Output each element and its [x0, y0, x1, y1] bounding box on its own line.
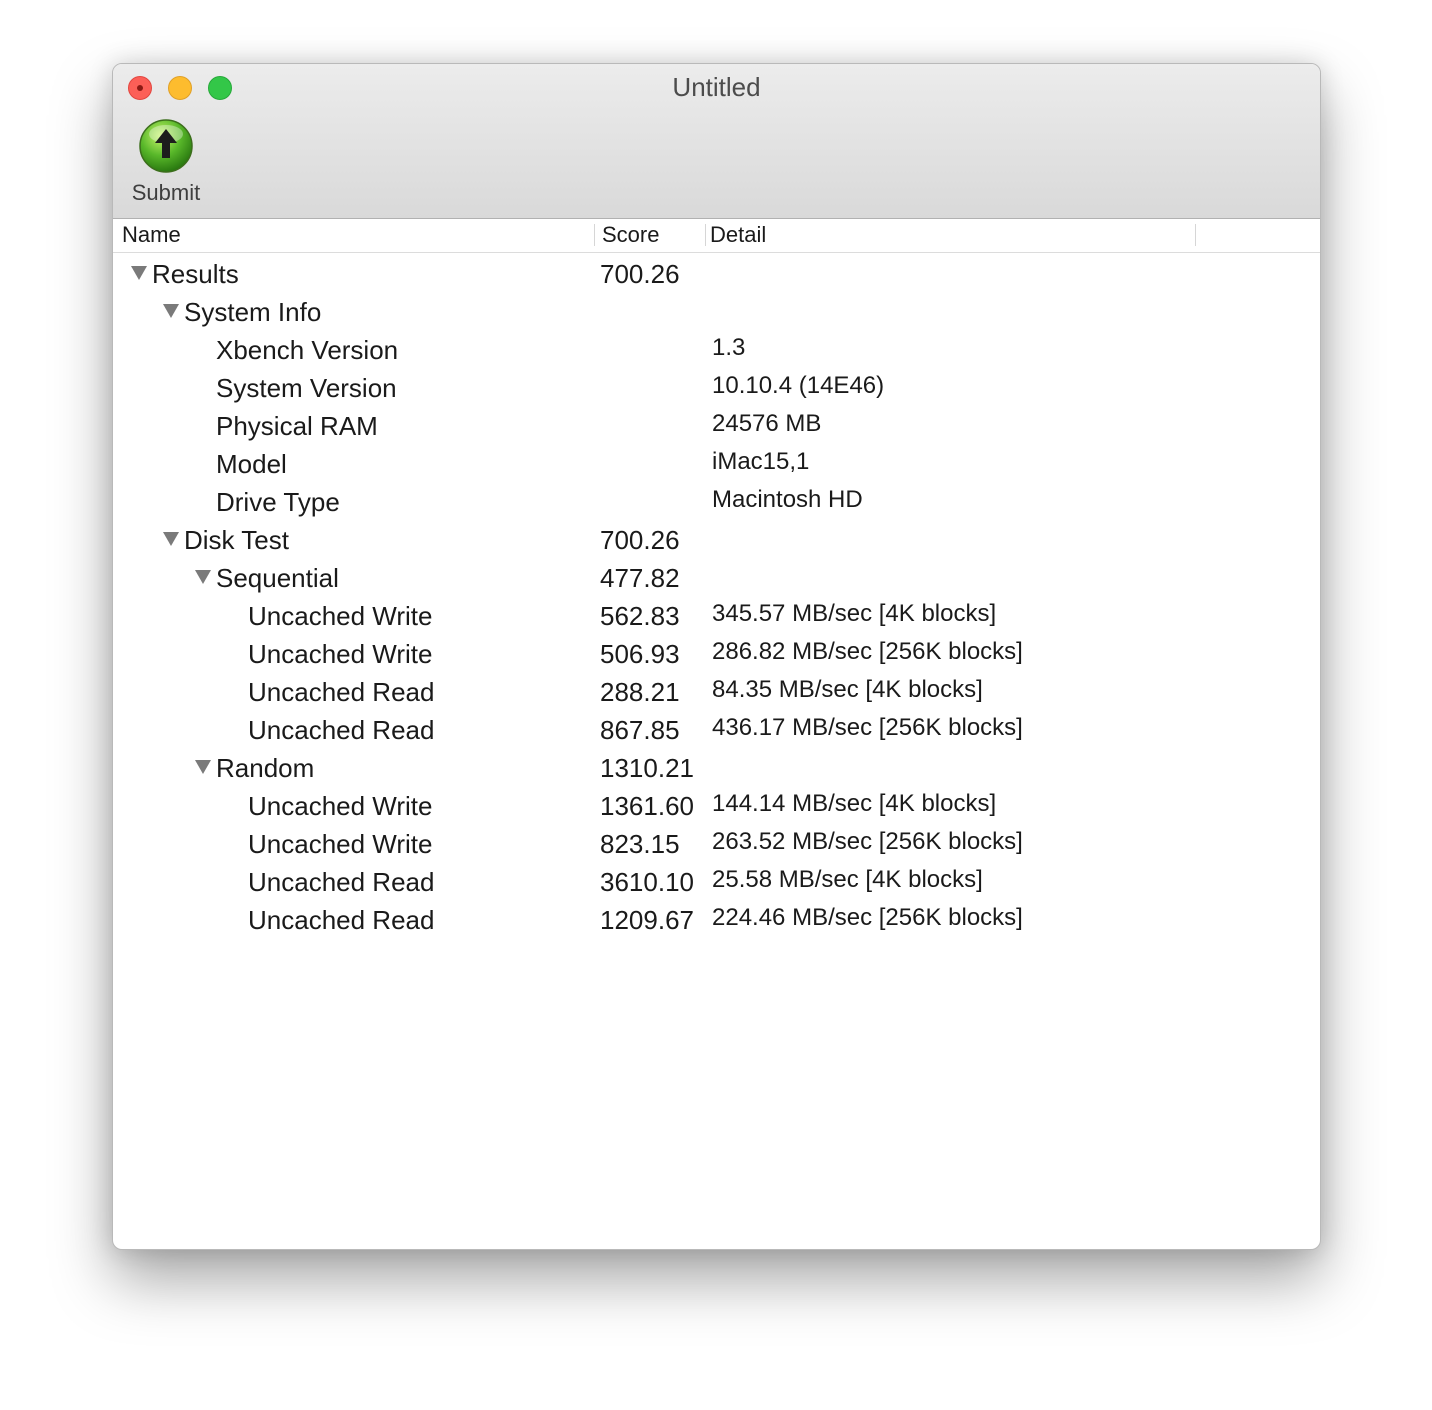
outline-row[interactable]: Results 700.26: [113, 255, 1320, 293]
outline-row[interactable]: Physical RAM 24576 MB: [113, 407, 1320, 445]
row-name: Xbench Version: [216, 335, 399, 365]
outline-row[interactable]: Uncached Write 823.15 263.52 MB/sec [256K …: [113, 825, 1320, 863]
disclosure-triangle-icon[interactable]: [195, 760, 211, 774]
outline-row[interactable]: Uncached Write 1361.60 144.14 MB/sec [4K b…: [113, 787, 1320, 825]
titlebar: Untitled Submit: [113, 64, 1320, 219]
column-divider[interactable]: [594, 224, 595, 246]
column-divider[interactable]: [1195, 224, 1196, 246]
row-detail: 24576 MB: [712, 410, 822, 437]
row-name: Model: [216, 449, 287, 479]
row-detail: Macintosh HD: [712, 486, 863, 513]
row-detail: 286.82 MB/sec [256K blocks]: [712, 638, 1023, 665]
row-name: Uncached Read: [248, 867, 435, 897]
row-score: 506.93: [600, 639, 680, 669]
row-detail: 1.3: [712, 334, 746, 361]
outline-row[interactable]: Uncached Write 562.83 345.57 MB/sec [4K bl…: [113, 597, 1320, 635]
disclosure-triangle-icon[interactable]: [163, 304, 179, 318]
row-score: 1310.21: [600, 753, 694, 783]
column-header-detail[interactable]: Detail: [710, 222, 766, 248]
results-outline: Results 700.26 System Info Xbench Version 1.…: [113, 255, 1320, 939]
row-detail: 436.17 MB/sec [256K blocks]: [712, 714, 1023, 741]
row-score: 867.85: [600, 715, 680, 745]
row-name: Random: [216, 753, 315, 783]
outline-row[interactable]: Uncached Write 506.93 286.82 MB/sec [256K …: [113, 635, 1320, 673]
row-score: 1209.67: [600, 905, 694, 935]
submit-button[interactable]: Submit: [123, 116, 209, 208]
outline-row[interactable]: Disk Test 700.26: [113, 521, 1320, 559]
outline-row[interactable]: Drive Type Macintosh HD: [113, 483, 1320, 521]
column-header-name[interactable]: Name: [122, 222, 181, 248]
outline-row[interactable]: Model iMac15,1: [113, 445, 1320, 483]
row-name: System Version: [216, 373, 397, 403]
row-score: 823.15: [600, 829, 680, 859]
row-detail: iMac15,1: [712, 448, 810, 475]
outline-row[interactable]: Xbench Version 1.3: [113, 331, 1320, 369]
row-name: Drive Type: [216, 487, 340, 517]
outline-row[interactable]: Uncached Read 288.21 84.35 MB/sec [4K bloc…: [113, 673, 1320, 711]
outline-row[interactable]: Sequential 477.82: [113, 559, 1320, 597]
row-name: Uncached Write: [248, 601, 433, 631]
row-detail: 263.52 MB/sec [256K blocks]: [712, 828, 1023, 855]
column-header-score[interactable]: Score: [602, 222, 659, 248]
row-detail: 144.14 MB/sec [4K blocks]: [712, 790, 997, 817]
outline-row[interactable]: Uncached Read 1209.67 224.46 MB/sec [256K …: [113, 901, 1320, 939]
row-name: Physical RAM: [216, 411, 378, 441]
row-score: 700.26: [600, 259, 680, 289]
row-score: 1361.60: [600, 791, 694, 821]
disclosure-triangle-icon[interactable]: [195, 570, 211, 584]
row-name: Uncached Read: [248, 677, 435, 707]
row-name: Uncached Write: [248, 639, 433, 669]
row-name: Results: [152, 259, 239, 289]
outline-row[interactable]: Uncached Read 3610.10 25.58 MB/sec [4K blo…: [113, 863, 1320, 901]
submit-label: Submit: [131, 180, 201, 205]
row-score: 700.26: [600, 525, 680, 555]
row-score: 562.83: [600, 601, 680, 631]
xbench-window: Untitled Submit Name Score Detail Result…: [112, 63, 1321, 1250]
row-detail: 345.57 MB/sec [4K blocks]: [712, 600, 997, 627]
outline-row[interactable]: Uncached Read 867.85 436.17 MB/sec [256K b…: [113, 711, 1320, 749]
disclosure-triangle-icon[interactable]: [163, 532, 179, 546]
disclosure-triangle-icon[interactable]: [131, 266, 147, 280]
window-title: Untitled: [672, 72, 761, 102]
row-detail: 25.58 MB/sec [4K blocks]: [712, 866, 983, 893]
row-name: Disk Test: [184, 525, 289, 555]
row-name: Uncached Write: [248, 791, 433, 821]
row-name: Sequential: [216, 563, 339, 593]
row-score: 288.21: [600, 677, 680, 707]
row-score: 477.82: [600, 563, 680, 593]
row-name: Uncached Read: [248, 905, 435, 935]
row-name: System Info: [184, 297, 322, 327]
row-detail: 84.35 MB/sec [4K blocks]: [712, 676, 983, 703]
outline-header: Name Score Detail: [113, 219, 1320, 253]
row-detail: 10.10.4 (14E46): [712, 372, 885, 399]
row-name: Uncached Write: [248, 829, 433, 859]
outline-row[interactable]: Random 1310.21: [113, 749, 1320, 787]
row-name: Uncached Read: [248, 715, 435, 745]
column-divider[interactable]: [705, 224, 706, 246]
outline-row[interactable]: System Info: [113, 293, 1320, 331]
row-score: 3610.10: [600, 867, 694, 897]
row-detail: 224.46 MB/sec [256K blocks]: [712, 904, 1023, 931]
outline-row[interactable]: System Version 10.10.4 (14E46): [113, 369, 1320, 407]
green-up-arrow-icon: [139, 119, 193, 173]
